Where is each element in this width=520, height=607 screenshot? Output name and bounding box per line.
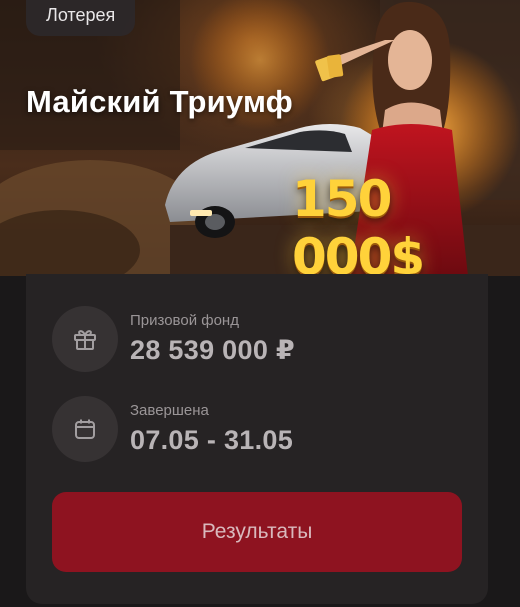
prize-fund-label: Призовой фонд xyxy=(130,312,239,329)
gift-icon xyxy=(52,306,118,372)
period-row: Завершена 07.05 - 31.05 xyxy=(52,396,293,462)
lottery-details-card: Призовой фонд 28 539 000 ₽ Завершена 07.… xyxy=(26,274,488,604)
period-text: Завершена 07.05 - 31.05 xyxy=(130,402,293,456)
lottery-title: Майский Триумф xyxy=(26,84,294,119)
banner-prize-amount: 150 000$ xyxy=(292,170,425,276)
prize-fund-value: 28 539 000 ₽ xyxy=(130,335,296,365)
promo-banner[interactable]: Лотерея Майский Триумф 150 000$ xyxy=(0,0,520,276)
period-status-label: Завершена xyxy=(130,402,209,419)
results-button[interactable]: Результаты xyxy=(52,492,462,572)
calendar-icon xyxy=(52,396,118,462)
prize-fund-row: Призовой фонд 28 539 000 ₽ xyxy=(52,306,295,372)
prize-fund-text: Призовой фонд 28 539 000 ₽ xyxy=(130,312,295,366)
period-dates: 07.05 - 31.05 xyxy=(130,425,294,455)
category-tag: Лотерея xyxy=(26,0,136,36)
